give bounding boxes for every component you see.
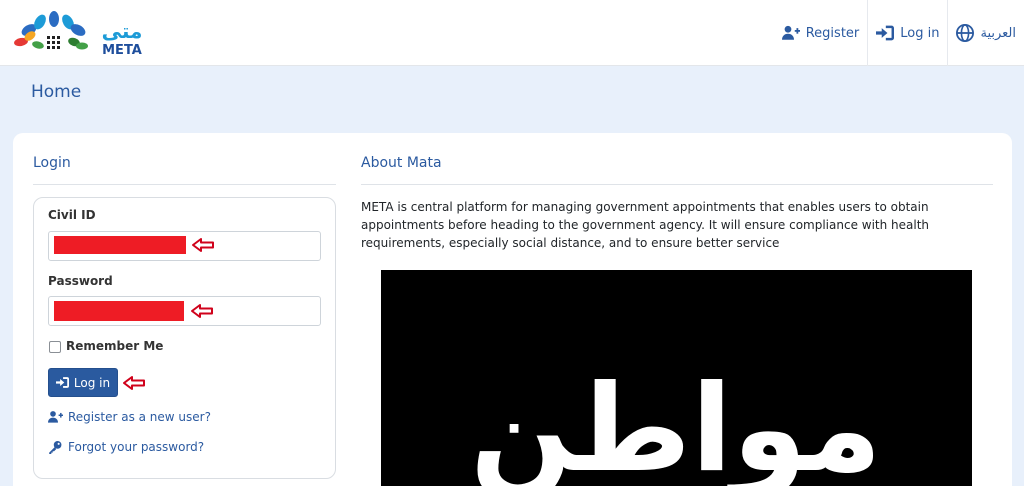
- nav-links: Register Log in العربية: [774, 0, 1024, 66]
- nav-language-label: العربية: [980, 25, 1016, 41]
- remember-me-label: Remember Me: [66, 339, 164, 353]
- page-header: [0, 66, 1024, 122]
- key-icon: [49, 441, 62, 454]
- password-label: Password: [48, 274, 113, 288]
- globe-icon: [956, 24, 975, 42]
- login-section-title: Login: [33, 155, 71, 171]
- nav-login-link[interactable]: Log in: [867, 0, 947, 66]
- about-description: META is central platform for managing go…: [361, 200, 930, 250]
- video-frame: مواطن: [470, 360, 882, 486]
- forgot-password-link[interactable]: Forgot your password?: [48, 440, 204, 454]
- nav-language-link[interactable]: العربية: [947, 0, 1024, 66]
- nav-login-label: Log in: [900, 25, 940, 41]
- nav-register-link[interactable]: Register: [774, 0, 868, 66]
- login-button-arrow-icon: [123, 376, 145, 390]
- about-title-divider: [361, 184, 993, 185]
- register-link-label: Register as a new user?: [68, 410, 211, 424]
- video-arabic-text: مواطن: [470, 360, 882, 486]
- login-button[interactable]: Log in: [48, 368, 118, 397]
- civil-id-redaction: [54, 236, 186, 254]
- about-video[interactable]: مواطن: [381, 270, 972, 486]
- about-section-title: About Mata: [361, 155, 442, 171]
- sign-in-icon: [876, 25, 895, 41]
- remember-me-checkbox[interactable]: [49, 341, 61, 353]
- civil-id-arrow-icon: [192, 238, 214, 252]
- meta-logo[interactable]: متى META: [12, 8, 157, 60]
- register-link[interactable]: Register as a new user?: [48, 410, 211, 424]
- meta-logo-icon: متى META: [14, 11, 143, 58]
- forgot-password-label: Forgot your password?: [68, 440, 205, 454]
- user-plus-icon: [48, 411, 63, 423]
- logo-arabic-text: متى: [102, 19, 143, 43]
- civil-id-label: Civil ID: [48, 208, 96, 222]
- password-redaction: [54, 301, 184, 321]
- login-title-divider: [33, 184, 336, 185]
- logo-latin-text: META: [102, 43, 142, 58]
- user-plus-icon: [781, 25, 800, 40]
- page-title: Home: [31, 82, 82, 102]
- nav-register-label: Register: [805, 25, 860, 41]
- sign-in-icon: [55, 377, 69, 388]
- login-button-label: Log in: [73, 375, 111, 390]
- password-arrow-icon: [191, 304, 213, 318]
- top-navbar: متى META Register Log in العربية: [0, 0, 1024, 66]
